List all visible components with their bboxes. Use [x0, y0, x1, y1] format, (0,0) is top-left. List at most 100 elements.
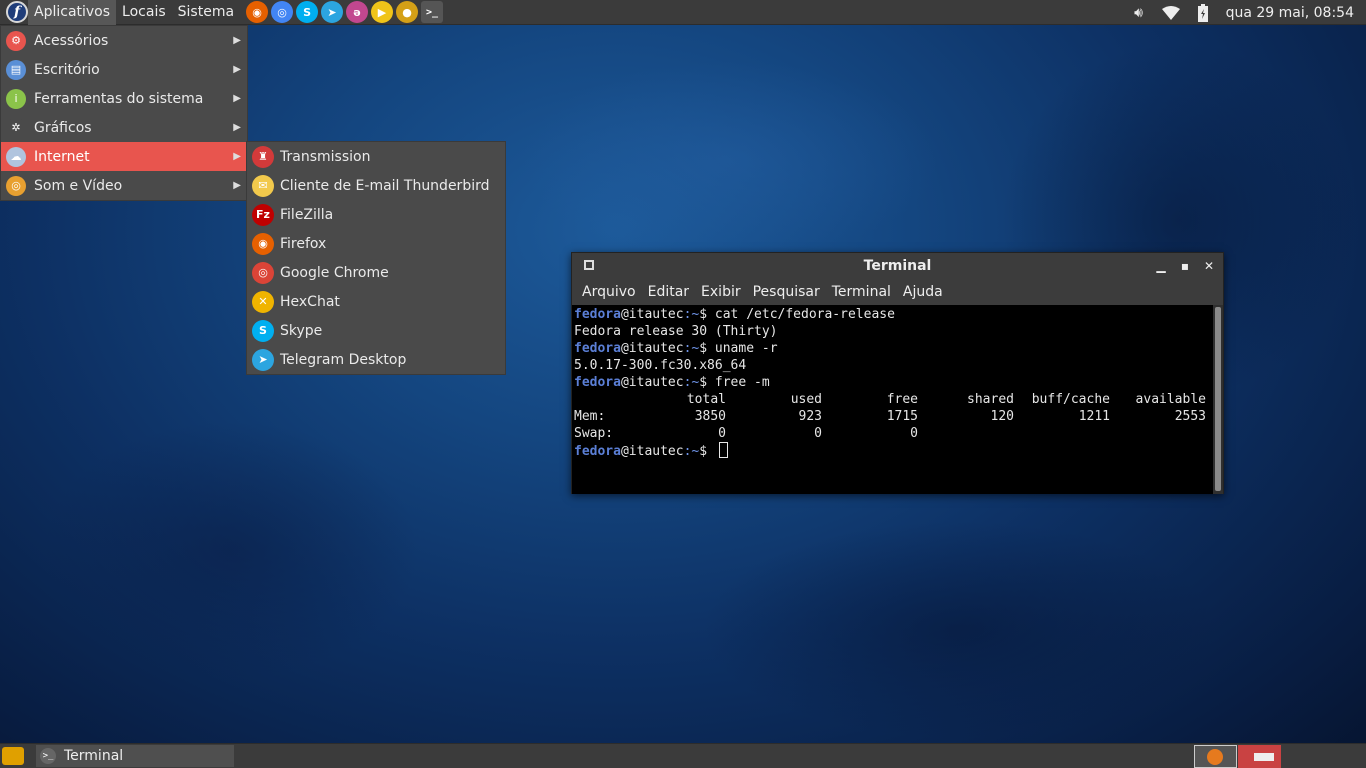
- submenu-item-label: Google Chrome: [280, 264, 389, 281]
- anydesk-icon[interactable]: ə: [346, 1, 369, 23]
- menu-item-acess-rios[interactable]: ⚙ Acessórios ▶: [1, 26, 247, 55]
- scrollbar-thumb[interactable]: [1215, 307, 1221, 491]
- prompt-user: fedora: [574, 307, 621, 322]
- table-cell: 1715: [886, 409, 918, 424]
- wallpaper-texture: [40, 420, 420, 680]
- table-cell: Mem:: [574, 409, 606, 424]
- output-line: 5.0.17-300.fc30.x86_64: [574, 358, 747, 373]
- menu-system[interactable]: Sistema: [172, 0, 240, 25]
- menu-item-gr-ficos[interactable]: ✲ Gráficos ▶: [1, 113, 247, 142]
- menu-applications[interactable]: Aplicativos: [28, 0, 117, 25]
- terminal-icon[interactable]: >_: [421, 1, 444, 23]
- chrome-icon[interactable]: ◎: [271, 1, 294, 23]
- record-icon[interactable]: ●: [396, 1, 419, 23]
- skype-icon: S: [252, 319, 274, 342]
- memory-table-header: total used free shared buff/cache available: [574, 391, 1206, 408]
- chevron-right-icon: ▶: [233, 93, 241, 104]
- table-cell: [1110, 425, 1206, 442]
- menu-item-escrit-rio[interactable]: ▤ Escritório ▶: [1, 55, 247, 84]
- submenu-item-skype[interactable]: S Skype: [247, 316, 505, 345]
- battery-icon[interactable]: [1194, 3, 1212, 22]
- telegram-icon[interactable]: ➤: [321, 1, 344, 23]
- fedora-logo-icon[interactable]: f: [6, 1, 28, 23]
- clock[interactable]: qua 29 mai, 08:54: [1226, 5, 1354, 21]
- prompt-symbol: $: [699, 307, 715, 322]
- taskbar-terminal-button[interactable]: >_ Terminal: [36, 745, 234, 767]
- workspace-1[interactable]: [1194, 745, 1237, 768]
- prompt-path: :~: [683, 307, 700, 322]
- memory-table-row: Swap: 0 0 0: [574, 425, 1206, 442]
- prompt-host: @itautec: [620, 307, 684, 322]
- menu-item-label: Escritório: [34, 61, 100, 78]
- prompt-path: :~: [683, 444, 700, 459]
- prompt-host: @itautec: [620, 341, 684, 356]
- submenu-item-label: Firefox: [280, 235, 327, 252]
- show-desktop-button[interactable]: [2, 747, 24, 765]
- bottom-panel: >_ Terminal: [0, 743, 1366, 768]
- menu-ajuda[interactable]: Ajuda: [897, 284, 949, 300]
- menu-terminal[interactable]: Terminal: [826, 284, 897, 300]
- column-header: used: [790, 392, 822, 407]
- window-menu-icon[interactable]: [584, 260, 594, 270]
- internet-icon: ☁: [6, 146, 26, 167]
- submenu-item-filezilla[interactable]: Fz FileZilla: [247, 200, 505, 229]
- maximize-button[interactable]: ▪: [1179, 259, 1191, 273]
- window-titlebar[interactable]: Terminal ▁ ▪ ✕: [572, 253, 1223, 279]
- firefox-icon: ◉: [252, 232, 274, 255]
- submenu-item-label: Transmission: [280, 148, 371, 165]
- sound-video-icon: ◎: [6, 175, 26, 196]
- wallpaper-texture: [700, 520, 1220, 740]
- prompt-host: @itautec: [620, 375, 684, 390]
- transmission-icon: ♜: [252, 145, 274, 168]
- terminal-scrollbar[interactable]: [1213, 305, 1223, 494]
- volume-icon[interactable]: 🔊︎: [1130, 4, 1148, 22]
- chevron-right-icon: ▶: [233, 151, 241, 162]
- prompt-symbol: $: [699, 375, 715, 390]
- thunderbird-icon: ✉: [252, 174, 274, 197]
- menu-pesquisar[interactable]: Pesquisar: [747, 284, 826, 300]
- hexchat-icon: ✕: [252, 290, 274, 313]
- skype-icon[interactable]: S: [296, 1, 319, 23]
- table-cell: [918, 425, 1014, 442]
- submenu-item-firefox[interactable]: ◉ Firefox: [247, 229, 505, 258]
- submenu-item-telegram-desktop[interactable]: ➤ Telegram Desktop: [247, 345, 505, 374]
- panel-launchers: ◉ ◎ S ➤ ə ▶ ● >_: [246, 1, 444, 23]
- chevron-right-icon: ▶: [233, 180, 241, 191]
- top-panel: f Aplicativos Locais Sistema ◉ ◎ S ➤ ə ▶ ● >_ 🔊…: [0, 0, 1366, 25]
- menu-item-ferramentas-do-sistema[interactable]: i Ferramentas do sistema ▶: [1, 84, 247, 113]
- workspace-2[interactable]: [1238, 745, 1281, 768]
- menu-places[interactable]: Locais: [116, 0, 172, 25]
- memory-table-row: Mem: 3850 923 1715 120 1211 2553: [574, 408, 1206, 425]
- menu-item-som-e-v-deo[interactable]: ◎ Som e Vídeo ▶: [1, 171, 247, 200]
- chevron-right-icon: ▶: [233, 64, 241, 75]
- terminal-output[interactable]: fedora@itautec:~$ cat /etc/fedora-releas…: [572, 305, 1215, 494]
- submenu-item-label: Skype: [280, 322, 323, 339]
- command-line: fedora@itautec:~$ uname -r: [574, 340, 1213, 357]
- submenu-item-cliente-de-e-mail-thunderbird[interactable]: ✉ Cliente de E-mail Thunderbird: [247, 171, 505, 200]
- close-button[interactable]: ✕: [1203, 259, 1215, 273]
- system-tray: 🔊︎ qua 29 mai, 08:54: [1130, 0, 1354, 25]
- prompt-user: fedora: [574, 444, 621, 459]
- text-cursor: [718, 442, 728, 458]
- submenu-item-google-chrome[interactable]: ◎ Google Chrome: [247, 258, 505, 287]
- wifi-icon[interactable]: [1161, 4, 1180, 22]
- terminal-icon: >_: [40, 748, 56, 764]
- menu-item-label: Acessórios: [34, 32, 109, 49]
- prompt-host: @itautec: [620, 444, 684, 459]
- menu-arquivo[interactable]: Arquivo: [576, 284, 642, 300]
- terminal-window[interactable]: Terminal ▁ ▪ ✕ Arquivo Editar Exibir Pesqui…: [571, 252, 1224, 494]
- table-cell: 923: [798, 409, 822, 424]
- menu-item-internet[interactable]: ☁ Internet ▶: [1, 142, 247, 171]
- submenu-item-hexchat[interactable]: ✕ HexChat: [247, 287, 505, 316]
- table-cell: 3850: [694, 409, 726, 424]
- firefox-icon[interactable]: ◉: [246, 1, 269, 23]
- window-thumbnail: [1254, 753, 1274, 761]
- menu-exibir[interactable]: Exibir: [695, 284, 747, 300]
- table-cell: 0: [718, 426, 726, 441]
- submenu-item-transmission[interactable]: ♜ Transmission: [247, 142, 505, 171]
- media-player-icon[interactable]: ▶: [371, 1, 394, 23]
- menu-editar[interactable]: Editar: [642, 284, 695, 300]
- minimize-button[interactable]: ▁: [1155, 259, 1167, 273]
- menu-item-label: Internet: [34, 148, 90, 165]
- memory-table: total used free shared buff/cache available Me…: [574, 391, 1206, 442]
